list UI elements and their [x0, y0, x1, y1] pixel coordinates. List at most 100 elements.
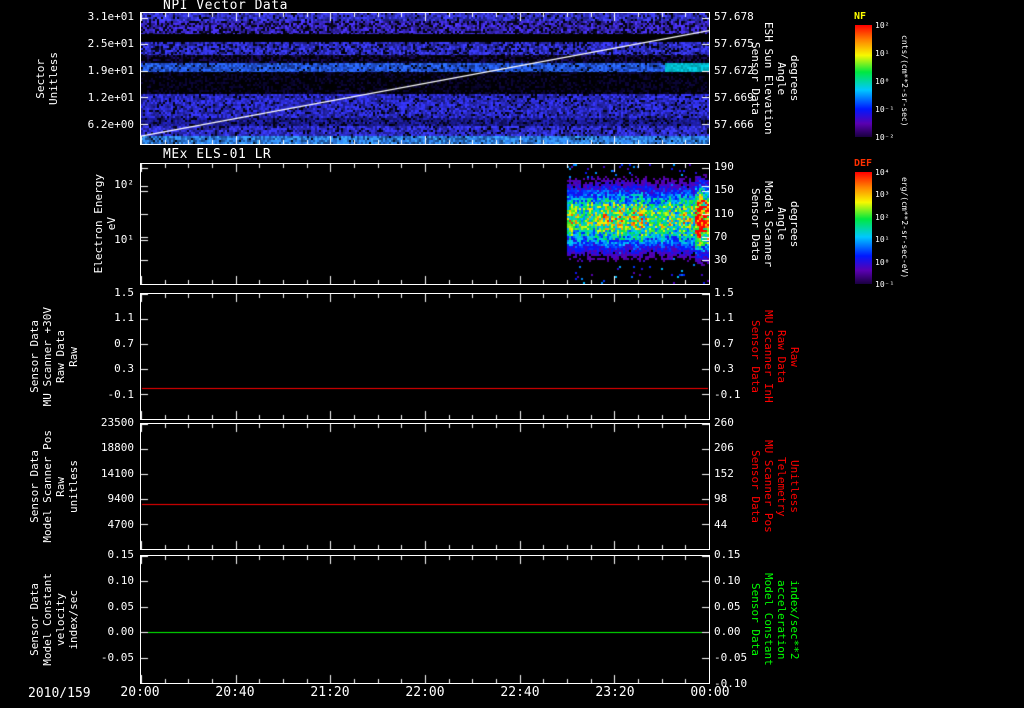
panel2-plot-area: [140, 163, 710, 285]
left-tick-p4-1: 18800: [100, 441, 134, 454]
x-tick-3: 22:00: [405, 685, 445, 700]
right-tick-p4-0: 260: [714, 416, 734, 429]
left-tick-p3-3: 0.3: [114, 362, 134, 375]
right-tick-p4-1: 206: [714, 441, 734, 454]
panel1-spectrogram-canvas: [141, 13, 709, 144]
ylabel-line: Raw Data: [54, 330, 67, 383]
def-colorbar-units: erg/(cm**2-sr-sec-eV): [898, 165, 910, 291]
ylabel-line: Sensor Data: [749, 320, 762, 393]
right-tick-p2-3: 70: [714, 230, 728, 243]
colorbar-1-tick-0: 10²: [875, 21, 890, 30]
left-tick-p3-2: 0.7: [114, 337, 134, 350]
ylabel-line: Raw Data: [775, 330, 788, 383]
panel1-title: NPI Vector Data: [163, 0, 288, 13]
ylabel-line: degrees: [788, 55, 801, 102]
panel4-plot-area: [140, 423, 710, 550]
left-tick-p5-1: 0.10: [107, 574, 135, 587]
panel3-line-canvas: [141, 294, 709, 419]
colorbar-1-tick-3: 10⁻¹: [875, 105, 895, 114]
panel2-title: MEx ELS-01 LR: [163, 147, 272, 162]
ylabel-line: Sensor Data: [749, 583, 762, 656]
ylabel-line: acceleration: [775, 579, 788, 660]
ylabel-line: Model Scanner Pos: [41, 430, 54, 543]
right-tick-p4-4: 44: [714, 518, 728, 531]
right-tick-p5-1: 0.10: [714, 574, 741, 587]
ylabel-line: index/sec: [67, 589, 80, 650]
ylabel-line: Angle: [775, 207, 788, 241]
ylabel-line: degrees: [788, 200, 801, 248]
right-tick-p3-0: 1.5: [714, 286, 734, 299]
panel1-ylabel-left: Sector Unitless: [30, 12, 64, 145]
left-tick-p2-0: 10²: [114, 178, 134, 191]
right-tick-p3-2: 0.7: [714, 337, 734, 350]
def-colorbar-label: DEF: [854, 158, 873, 169]
ylabel-line: Sensor Data: [749, 187, 762, 261]
ylabel-line: Angle: [775, 61, 788, 96]
colorbar-2-tick-1: 10³: [875, 190, 890, 199]
ylabel-line: Model Constant: [41, 573, 54, 666]
left-tick-p4-0: 23500: [100, 416, 134, 429]
right-tick-p5-2: 0.05: [714, 600, 741, 613]
ylabel-line: velocity: [54, 593, 67, 646]
panel1-plot-area: [140, 12, 710, 145]
left-tick-p2-1: 10¹: [114, 233, 134, 246]
left-tick-p1-0: 3.1e+01: [87, 10, 134, 23]
right-tick-p4-2: 152: [714, 467, 734, 480]
colorbar-1-tick-1: 10¹: [875, 49, 890, 58]
left-tick-p5-2: 0.05: [107, 600, 135, 613]
right-tick-p4-3: 98: [714, 492, 728, 505]
left-tick-p4-2: 14100: [100, 467, 134, 480]
left-tick-p5-4: -0.05: [100, 651, 134, 664]
right-tick-p2-1: 150: [714, 183, 734, 196]
colorbar-1-tick-2: 10⁰: [875, 77, 890, 86]
left-tick-p4-3: 9400: [107, 492, 135, 505]
colorbar-2-tick-5: 10⁻¹: [875, 280, 895, 289]
ylabel-line: eV: [105, 217, 118, 231]
ylabel-line: Sector: [34, 58, 47, 99]
left-tick-p4-4: 4700: [107, 518, 135, 531]
right-tick-p1-2: 57.672: [714, 64, 754, 77]
right-tick-p5-3: 0.00: [714, 625, 741, 638]
left-tick-p3-1: 1.1: [114, 311, 134, 324]
ylabel-line: Sensor Data: [28, 320, 41, 393]
colorbar-2-tick-3: 10¹: [875, 235, 890, 244]
right-tick-p2-0: 190: [714, 160, 734, 173]
x-tick-0: 20:00: [120, 685, 160, 700]
left-tick-p3-0: 1.5: [114, 286, 134, 299]
x-axis-date-label: 2010/159: [28, 686, 91, 701]
right-tick-p1-4: 57.666: [714, 118, 754, 131]
panel2-ylabel-right: Sensor Data Model Scanner Angle degrees: [748, 163, 802, 285]
ylabel-line: Sensor Data: [28, 450, 41, 523]
right-tick-p5-4: -0.05: [714, 651, 748, 664]
left-tick-p1-1: 2.5e+01: [87, 37, 134, 50]
panel3-plot-area: [140, 293, 710, 420]
left-tick-p3-4: -0.1: [107, 388, 135, 401]
x-tick-5: 23:20: [595, 685, 635, 700]
right-tick-p2-2: 110: [714, 207, 734, 220]
colorbar-2-tick-4: 10⁰: [875, 258, 890, 267]
x-tick-6: 00:00: [690, 685, 730, 700]
nf-colorbar: [855, 25, 872, 137]
panel5-line-canvas: [141, 556, 709, 683]
ylabel-line: Raw: [788, 346, 801, 367]
left-tick-p1-2: 1.9e+01: [87, 64, 134, 77]
def-colorbar: [855, 172, 872, 284]
ylabel-line: Sensor Data: [28, 583, 41, 656]
x-tick-4: 22:40: [500, 685, 540, 700]
panel2-spectrogram-canvas: [141, 164, 709, 284]
panel5-plot-area: [140, 555, 710, 684]
colorbar-2-tick-0: 10⁴: [875, 168, 890, 177]
nf-colorbar-label: NF: [854, 11, 867, 22]
spectrogram-stack-page: NPI Vector Data MEx ELS-01 LR Sector Uni…: [0, 0, 1024, 708]
ylabel-line: Raw: [54, 476, 67, 497]
ylabel-line: Unitless: [47, 52, 60, 105]
left-tick-p5-0: 0.15: [107, 548, 135, 561]
ylabel-line: index/sec**2: [788, 579, 801, 660]
ylabel-line: Sensor Data: [749, 450, 762, 523]
right-tick-p3-4: -0.1: [714, 388, 741, 401]
right-tick-p3-3: 0.3: [714, 362, 734, 375]
x-tick-1: 20:40: [215, 685, 255, 700]
colorbar-1-tick-4: 10⁻²: [875, 133, 895, 142]
ylabel-line: Unitless: [788, 460, 801, 513]
right-tick-p1-3: 57.669: [714, 91, 754, 104]
